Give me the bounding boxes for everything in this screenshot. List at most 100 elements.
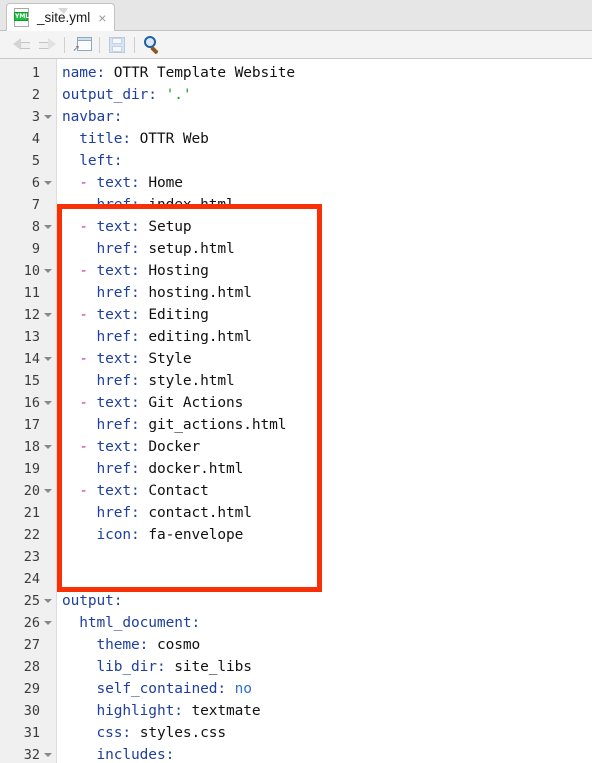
- fold-triangle-icon[interactable]: [44, 181, 52, 185]
- save-disk-icon: [109, 36, 125, 53]
- code-line[interactable]: 30 highlight: textmate: [0, 700, 592, 722]
- line-number: 13: [23, 329, 40, 345]
- code-line[interactable]: 13 href: editing.html: [0, 326, 592, 348]
- magnifier-icon: [143, 36, 161, 55]
- code-line-text: - text: Git Actions: [79, 395, 244, 411]
- line-number: 11: [23, 285, 40, 301]
- fold-triangle-icon[interactable]: [44, 401, 52, 405]
- code-line[interactable]: 20 - text: Contact: [0, 480, 592, 502]
- fold-triangle-icon[interactable]: [44, 753, 52, 757]
- tab-bar: YML _site.yml ×: [0, 0, 592, 31]
- code-line-text: lib_dir: site_libs: [96, 659, 252, 675]
- show-in-new-window-button[interactable]: ➚: [69, 34, 95, 56]
- toolbar-divider-1: [64, 36, 65, 53]
- code-line[interactable]: 16 - text: Git Actions: [0, 392, 592, 414]
- new-window-icon: ➚: [73, 36, 92, 53]
- line-number: 21: [23, 505, 40, 521]
- line-number: 12: [23, 307, 40, 323]
- fold-triangle-icon[interactable]: [44, 225, 52, 229]
- code-line-text: - text: Style: [79, 351, 192, 367]
- code-line[interactable]: 26 html_document:: [0, 612, 592, 634]
- line-number: 32: [23, 747, 40, 763]
- code-editor[interactable]: 1 name: OTTR Template Website 2 output_dir:…: [0, 59, 592, 763]
- code-line-text: href: docker.html: [96, 461, 244, 477]
- code-line[interactable]: 25 output:: [0, 590, 592, 612]
- code-line[interactable]: 12 - text: Editing: [0, 304, 592, 326]
- code-lines[interactable]: 1 name: OTTR Template Website 2 output_dir:…: [0, 62, 592, 763]
- code-line[interactable]: 32 includes:: [0, 744, 592, 763]
- code-line-text: - text: Setup: [79, 219, 192, 235]
- save-button[interactable]: [104, 34, 130, 56]
- code-line[interactable]: 8 - text: Setup: [0, 216, 592, 238]
- line-number: 17: [23, 417, 40, 433]
- code-line[interactable]: 15 href: style.html: [0, 370, 592, 392]
- code-line[interactable]: 5 left:: [0, 150, 592, 172]
- code-line[interactable]: 4 title: OTTR Web: [0, 128, 592, 150]
- code-line[interactable]: 10 - text: Hosting: [0, 260, 592, 282]
- code-line-text: title: OTTR Web: [79, 131, 209, 147]
- code-line-text: highlight: textmate: [96, 703, 261, 719]
- line-number: 19: [23, 461, 40, 477]
- line-number: 30: [23, 703, 40, 719]
- forward-button[interactable]: [34, 34, 60, 56]
- code-line[interactable]: 17 href: git_actions.html: [0, 414, 592, 436]
- code-line[interactable]: 18 - text: Docker: [0, 436, 592, 458]
- yml-file-icon: YML: [14, 8, 68, 27]
- code-line-text: - text: Home: [79, 175, 183, 191]
- code-line-text: href: setup.html: [96, 241, 235, 257]
- fold-triangle-icon[interactable]: [44, 313, 52, 317]
- code-line-text: href: editing.html: [96, 329, 252, 345]
- code-line[interactable]: 27 theme: cosmo: [0, 634, 592, 656]
- line-number: 3: [31, 109, 40, 125]
- code-line[interactable]: 1 name: OTTR Template Website: [0, 62, 592, 84]
- code-line[interactable]: 2 output_dir: '.': [0, 84, 592, 106]
- code-line[interactable]: 23: [0, 546, 592, 568]
- code-line-text: - text: Contact: [79, 483, 209, 499]
- code-line[interactable]: 24: [0, 568, 592, 590]
- code-line[interactable]: 31 css: styles.css: [0, 722, 592, 744]
- yml-file-icon-badge: YML: [14, 12, 30, 21]
- line-number: 4: [31, 131, 40, 147]
- code-line-text: - text: Hosting: [79, 263, 209, 279]
- code-line[interactable]: 6 - text: Home: [0, 172, 592, 194]
- fold-triangle-icon[interactable]: [44, 445, 52, 449]
- code-line-text: navbar:: [62, 109, 123, 125]
- back-arrow-icon: [12, 38, 30, 51]
- fold-triangle-icon[interactable]: [44, 489, 52, 493]
- fold-triangle-icon[interactable]: [44, 269, 52, 273]
- fold-triangle-icon[interactable]: [44, 599, 52, 603]
- code-line[interactable]: 21 href: contact.html: [0, 502, 592, 524]
- code-line[interactable]: 28 lib_dir: site_libs: [0, 656, 592, 678]
- line-number: 28: [23, 659, 40, 675]
- code-line[interactable]: 7 href: index.html: [0, 194, 592, 216]
- find-button[interactable]: [139, 34, 165, 56]
- code-line[interactable]: 22 icon: fa-envelope: [0, 524, 592, 546]
- line-number: 23: [23, 549, 40, 565]
- fold-triangle-icon[interactable]: [44, 115, 52, 119]
- code-line-text: html_document:: [79, 615, 201, 631]
- code-line-text: css: styles.css: [96, 725, 227, 741]
- line-number: 7: [31, 197, 40, 213]
- line-number: 26: [23, 615, 40, 631]
- back-button[interactable]: [8, 34, 34, 56]
- code-line[interactable]: 11 href: hosting.html: [0, 282, 592, 304]
- close-icon[interactable]: ×: [98, 11, 106, 25]
- code-line[interactable]: 9 href: setup.html: [0, 238, 592, 260]
- code-line-text: href: git_actions.html: [96, 417, 287, 433]
- line-number: 15: [23, 373, 40, 389]
- code-line[interactable]: 19 href: docker.html: [0, 458, 592, 480]
- code-line[interactable]: 29 self_contained: no: [0, 678, 592, 700]
- code-line-text: href: contact.html: [96, 505, 252, 521]
- code-line[interactable]: 14 - text: Style: [0, 348, 592, 370]
- line-number: 25: [23, 593, 40, 609]
- line-number: 9: [31, 241, 40, 257]
- line-number: 31: [23, 725, 40, 741]
- code-line-text: self_contained: no: [96, 681, 252, 697]
- line-number: 2: [31, 87, 40, 103]
- fold-triangle-icon[interactable]: [44, 621, 52, 625]
- tab-site-yml[interactable]: YML _site.yml ×: [6, 3, 116, 31]
- line-number: 16: [23, 395, 40, 411]
- code-line-text: output_dir: '.': [62, 87, 192, 103]
- code-line[interactable]: 3 navbar:: [0, 106, 592, 128]
- fold-triangle-icon[interactable]: [44, 357, 52, 361]
